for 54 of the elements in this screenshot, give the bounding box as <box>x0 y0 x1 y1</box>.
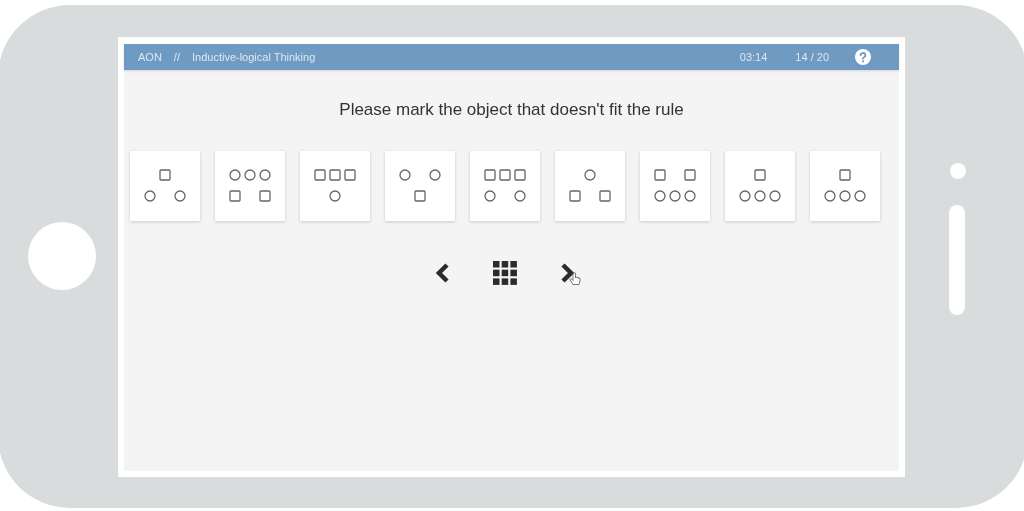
square-icon <box>499 169 511 181</box>
circle-icon <box>514 190 526 202</box>
hand-cursor-icon <box>568 271 581 286</box>
circle-icon <box>584 169 596 181</box>
option-card[interactable] <box>385 150 455 221</box>
circle-icon <box>824 190 836 202</box>
square-icon <box>484 169 496 181</box>
option-card[interactable] <box>300 150 370 221</box>
square-icon <box>684 169 696 181</box>
option-card[interactable] <box>130 150 200 221</box>
option-card[interactable] <box>555 150 625 221</box>
circle-icon <box>244 169 256 181</box>
option-card[interactable] <box>640 150 710 221</box>
circle-icon <box>654 190 666 202</box>
circle-icon <box>669 190 681 202</box>
section-title: Inductive-logical Thinking <box>191 49 316 65</box>
circle-icon <box>329 190 341 202</box>
help-icon[interactable] <box>855 49 871 65</box>
circle-icon <box>174 190 186 202</box>
square-icon <box>654 169 666 181</box>
option-card[interactable] <box>470 150 540 221</box>
timer: 03:14 <box>739 49 768 65</box>
progress-counter: 14 / 20 <box>795 49 829 65</box>
square-icon <box>754 169 766 181</box>
square-icon <box>159 169 171 181</box>
circle-icon <box>229 169 241 181</box>
square-icon <box>514 169 526 181</box>
option-card[interactable] <box>215 150 285 221</box>
circle-icon <box>399 169 411 181</box>
circle-icon <box>484 190 496 202</box>
square-icon <box>344 169 356 181</box>
square-icon <box>414 190 426 202</box>
square-icon <box>229 190 241 202</box>
circle-icon <box>684 190 696 202</box>
question-text: Please mark the object that doesn't fit the rule <box>338 99 685 121</box>
circle-icon <box>754 190 766 202</box>
circle-icon <box>854 190 866 202</box>
option-card[interactable] <box>810 150 880 221</box>
circle-icon <box>769 190 781 202</box>
circle-icon <box>839 190 851 202</box>
circle-icon <box>144 190 156 202</box>
grid-menu-icon[interactable] <box>492 260 517 285</box>
option-card[interactable] <box>725 150 795 221</box>
separator: // <box>173 49 180 65</box>
square-icon <box>569 190 581 202</box>
square-icon <box>839 169 851 181</box>
square-icon <box>599 190 611 202</box>
square-icon <box>259 190 271 202</box>
circle-icon <box>739 190 751 202</box>
square-icon <box>314 169 326 181</box>
circle-icon <box>259 169 271 181</box>
brand-label: AON <box>138 49 162 65</box>
circle-icon <box>429 169 441 181</box>
square-icon <box>329 169 341 181</box>
